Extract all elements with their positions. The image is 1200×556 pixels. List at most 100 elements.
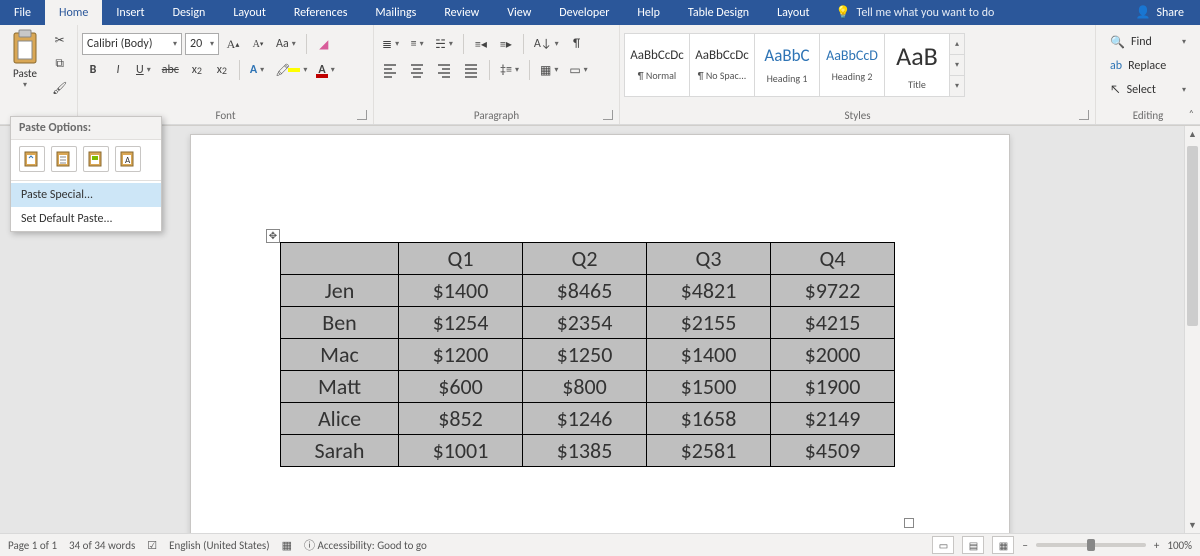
change-case-button[interactable]: Aa bbox=[272, 33, 300, 55]
table-cell[interactable]: $1900 bbox=[771, 371, 895, 403]
table-header-cell[interactable] bbox=[281, 243, 399, 275]
table-cell[interactable]: $1400 bbox=[399, 275, 523, 307]
paste-button[interactable]: Paste ▾ bbox=[4, 27, 46, 101]
table-cell[interactable]: $4509 bbox=[771, 435, 895, 467]
table-cell[interactable]: Sarah bbox=[281, 435, 399, 467]
table-cell[interactable]: $2000 bbox=[771, 339, 895, 371]
zoom-slider-thumb[interactable] bbox=[1087, 539, 1095, 551]
line-spacing-button[interactable]: ‡≡ bbox=[496, 59, 523, 81]
table-resize-handle[interactable] bbox=[904, 518, 914, 528]
document-table[interactable]: Q1Q2Q3Q4 Jen$1400$8465$4821$9722Ben$1254… bbox=[280, 242, 895, 467]
underline-button[interactable]: U bbox=[132, 59, 155, 81]
font-name-combo[interactable]: Calibri (Body)▾ bbox=[82, 33, 182, 55]
find-button[interactable]: 🔍Find▾ bbox=[1106, 31, 1190, 53]
tab-table-design[interactable]: Table Design bbox=[674, 0, 763, 25]
table-cell[interactable]: Alice bbox=[281, 403, 399, 435]
paragraph-dialog-launcher[interactable] bbox=[603, 110, 613, 120]
tab-table-layout[interactable]: Layout bbox=[763, 0, 824, 25]
table-cell[interactable]: $4215 bbox=[771, 307, 895, 339]
table-row[interactable]: Matt$600$800$1500$1900 bbox=[281, 371, 895, 403]
tab-developer[interactable]: Developer bbox=[545, 0, 623, 25]
paste-merge-formatting[interactable] bbox=[51, 146, 77, 172]
status-word-count[interactable]: 34 of 34 words bbox=[69, 539, 135, 552]
scroll-down-button[interactable]: ▼ bbox=[1185, 517, 1200, 533]
table-cell[interactable]: $1200 bbox=[399, 339, 523, 371]
table-header-cell[interactable]: Q4 bbox=[771, 243, 895, 275]
tab-layout[interactable]: Layout bbox=[219, 0, 280, 25]
set-default-paste-menuitem[interactable]: Set Default Paste... bbox=[11, 207, 161, 231]
table-cell[interactable]: $9722 bbox=[771, 275, 895, 307]
italic-button[interactable]: I bbox=[107, 59, 129, 81]
table-cell[interactable]: Ben bbox=[281, 307, 399, 339]
style--no-spac-[interactable]: AaBbCcDc¶ No Spac... bbox=[689, 33, 755, 97]
cut-button[interactable]: ✂ bbox=[48, 29, 71, 51]
table-cell[interactable]: Matt bbox=[281, 371, 399, 403]
share-button[interactable]: 👤 Share bbox=[1119, 0, 1200, 25]
table-cell[interactable]: $2581 bbox=[647, 435, 771, 467]
table-cell[interactable]: $1658 bbox=[647, 403, 771, 435]
status-accessibility[interactable]: ⓘ Accessibility: Good to go bbox=[304, 537, 427, 553]
styles-dialog-launcher[interactable] bbox=[1079, 110, 1089, 120]
zoom-in-button[interactable]: + bbox=[1154, 539, 1159, 552]
table-cell[interactable]: $4821 bbox=[647, 275, 771, 307]
table-row[interactable]: Sarah$1001$1385$2581$4509 bbox=[281, 435, 895, 467]
align-right-button[interactable] bbox=[432, 59, 456, 81]
table-header-row[interactable]: Q1Q2Q3Q4 bbox=[281, 243, 895, 275]
table-cell[interactable]: $8465 bbox=[523, 275, 647, 307]
tell-me-search[interactable]: 💡 Tell me what you want to do bbox=[824, 0, 1007, 25]
status-page[interactable]: Page 1 of 1 bbox=[8, 539, 57, 552]
table-header-cell[interactable]: Q2 bbox=[523, 243, 647, 275]
table-cell[interactable]: $600 bbox=[399, 371, 523, 403]
bullets-button[interactable]: ≣ bbox=[378, 33, 403, 55]
text-effects-button[interactable]: A bbox=[246, 59, 268, 81]
table-move-handle[interactable]: ✥ bbox=[266, 229, 280, 243]
highlight-button[interactable]: 🖍 bbox=[271, 59, 311, 81]
scroll-up-button[interactable]: ▲ bbox=[1185, 126, 1200, 142]
table-cell[interactable]: $1246 bbox=[523, 403, 647, 435]
align-center-button[interactable] bbox=[405, 59, 429, 81]
multilevel-list-button[interactable]: ☵ bbox=[431, 33, 457, 55]
table-row[interactable]: Ben$1254$2354$2155$4215 bbox=[281, 307, 895, 339]
font-size-combo[interactable]: 20▾ bbox=[185, 33, 219, 55]
shrink-font-button[interactable]: A▾ bbox=[247, 33, 269, 55]
table-cell[interactable]: $2354 bbox=[523, 307, 647, 339]
table-cell[interactable]: $1250 bbox=[523, 339, 647, 371]
style-heading-1[interactable]: AaBbCHeading 1 bbox=[754, 33, 820, 97]
styles-row-down[interactable]: ▾ bbox=[950, 54, 964, 75]
table-cell[interactable]: $1400 bbox=[647, 339, 771, 371]
select-button[interactable]: ↖Select▾ bbox=[1106, 79, 1190, 101]
bold-button[interactable]: B bbox=[82, 59, 104, 81]
paste-text-only[interactable]: A bbox=[115, 146, 141, 172]
zoom-level[interactable]: 100% bbox=[1167, 539, 1192, 552]
zoom-out-button[interactable]: − bbox=[1022, 539, 1027, 552]
shading-button[interactable]: ▦ bbox=[536, 59, 562, 81]
table-cell[interactable]: $1254 bbox=[399, 307, 523, 339]
decrease-indent-button[interactable]: ≡◂ bbox=[470, 33, 492, 55]
justify-button[interactable] bbox=[459, 59, 483, 81]
tab-file[interactable]: File bbox=[0, 0, 45, 25]
tab-references[interactable]: References bbox=[280, 0, 362, 25]
style-title[interactable]: AaBTitle bbox=[884, 33, 950, 97]
view-print-layout[interactable]: ▤ bbox=[962, 536, 984, 554]
paste-keep-source-formatting[interactable] bbox=[19, 146, 45, 172]
superscript-button[interactable]: x2 bbox=[211, 59, 233, 81]
paste-picture[interactable] bbox=[83, 146, 109, 172]
styles-row-up[interactable]: ▴ bbox=[950, 34, 964, 54]
style--normal[interactable]: AaBbCcDc¶ Normal bbox=[624, 33, 690, 97]
tab-view[interactable]: View bbox=[493, 0, 545, 25]
strikethrough-button[interactable]: abc bbox=[158, 59, 183, 81]
view-read-mode[interactable]: ▭ bbox=[932, 536, 954, 554]
increase-indent-button[interactable]: ≡▸ bbox=[495, 33, 517, 55]
table-cell[interactable]: $800 bbox=[523, 371, 647, 403]
style-heading-2[interactable]: AaBbCcDHeading 2 bbox=[819, 33, 885, 97]
table-cell[interactable]: $852 bbox=[399, 403, 523, 435]
tab-design[interactable]: Design bbox=[159, 0, 220, 25]
table-cell[interactable]: Mac bbox=[281, 339, 399, 371]
clear-formatting-button[interactable]: ◢ bbox=[313, 33, 335, 55]
status-language[interactable]: English (United States) bbox=[169, 539, 269, 552]
table-cell[interactable]: $2149 bbox=[771, 403, 895, 435]
tab-home[interactable]: Home bbox=[45, 0, 102, 25]
spellcheck-icon[interactable]: ☑ bbox=[147, 539, 157, 552]
table-row[interactable]: Jen$1400$8465$4821$9722 bbox=[281, 275, 895, 307]
sort-button[interactable]: A↓ bbox=[530, 33, 563, 55]
